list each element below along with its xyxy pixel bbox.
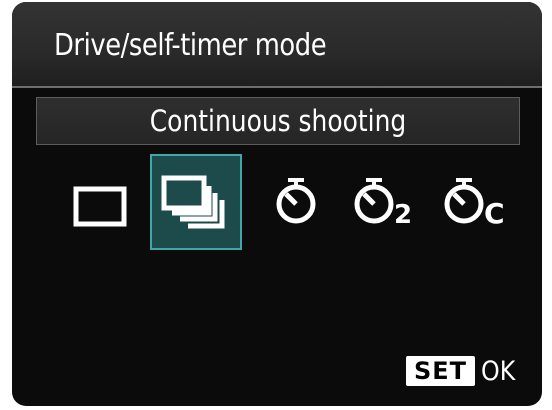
selected-mode-bar: Continuous shooting xyxy=(36,97,520,145)
single-shot-icon[interactable] xyxy=(64,176,134,236)
self-timer-continuous-icon[interactable]: C xyxy=(436,170,520,232)
self-timer-2s-icon[interactable]: 2 xyxy=(346,170,426,232)
camera-menu-screen: Drive/self-timer mode Continuous shootin… xyxy=(12,2,542,406)
set-ok-hint[interactable]: SET OK xyxy=(405,354,520,388)
self-timer-10s-icon[interactable] xyxy=(266,170,326,232)
self-timer-continuous-suffix: C xyxy=(484,197,505,230)
menu-title: Drive/self-timer mode xyxy=(54,28,327,63)
drive-mode-options: 2 C xyxy=(12,152,542,252)
title-bar: Drive/self-timer mode xyxy=(12,2,542,88)
set-button-badge: SET xyxy=(405,356,476,386)
ok-label: OK xyxy=(481,355,516,387)
selected-mode-label: Continuous shooting xyxy=(149,104,407,138)
self-timer-2s-suffix: 2 xyxy=(394,200,412,230)
continuous-shooting-icon[interactable] xyxy=(150,154,242,250)
